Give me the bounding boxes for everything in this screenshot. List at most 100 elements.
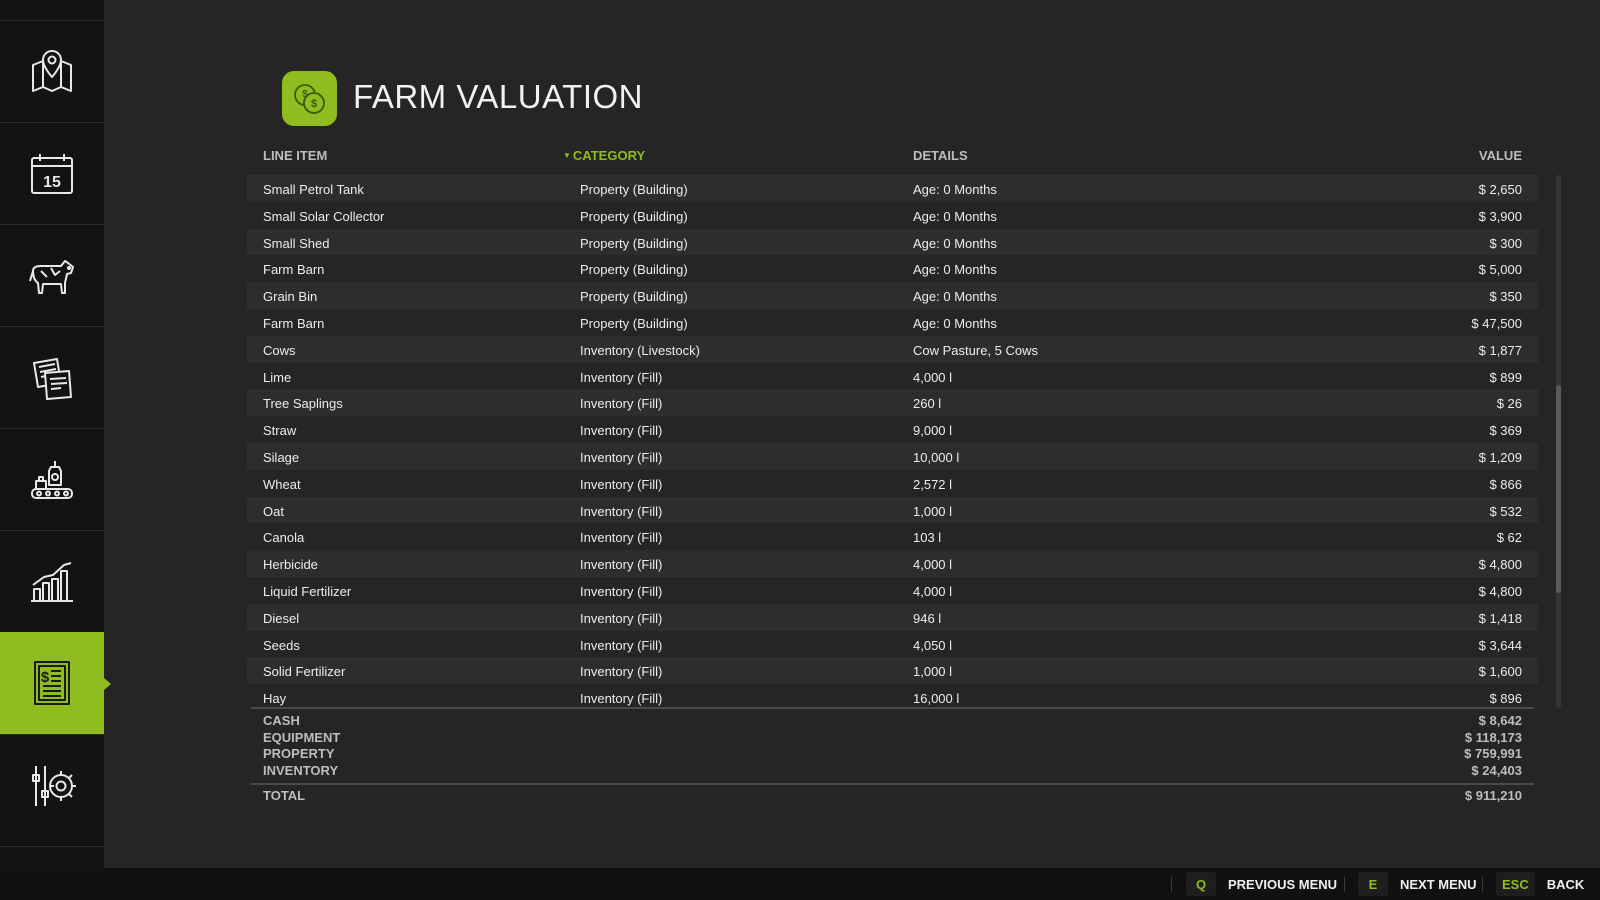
cell-details: Cow Pasture, 5 Cows	[913, 342, 1038, 358]
cell-details: 946 l	[913, 610, 942, 626]
cell-value: $ 866	[1489, 476, 1522, 492]
cell-details: Age: 0 Months	[913, 235, 997, 251]
table-row[interactable]: Canola Inventory (Fill) 103 l $ 62	[247, 523, 1538, 550]
sort-arrow-icon: ▼	[563, 151, 571, 160]
cell-value: $ 47,500	[1471, 315, 1522, 331]
cell-category: Inventory (Fill)	[580, 369, 663, 385]
table-row[interactable]: Small Petrol Tank Property (Building) Age:…	[247, 175, 1538, 202]
cell-category: Inventory (Fill)	[580, 610, 663, 626]
cell-value: $ 899	[1489, 369, 1522, 385]
next-menu-button[interactable]: E NEXT MENU	[1358, 868, 1477, 900]
footer-separator	[1171, 877, 1172, 892]
table-row[interactable]: Straw Inventory (Fill) 9,000 l $ 369	[247, 416, 1538, 443]
sidebar-item-map[interactable]	[0, 20, 104, 122]
cell-value: $ 4,800	[1478, 557, 1522, 573]
previous-menu-button[interactable]: Q PREVIOUS MENU	[1186, 868, 1337, 900]
cell-category: Inventory (Fill)	[580, 476, 663, 492]
key-hint-esc: ESC	[1496, 872, 1535, 896]
cell-details: 4,000 l	[913, 369, 953, 385]
sidebar-item-finances[interactable]: $	[0, 632, 111, 734]
total-divider	[251, 783, 1534, 785]
cell-line-item: Hay	[263, 691, 287, 707]
cell-details: 1,000 l	[913, 664, 953, 680]
summary-row-equipment: EQUIPMENT $ 118,173	[247, 730, 1538, 747]
cell-category: Property (Building)	[580, 235, 688, 251]
cell-value: $ 4,800	[1478, 583, 1522, 599]
sidebar-item-production[interactable]	[0, 428, 104, 530]
table-row[interactable]: Diesel Inventory (Fill) 946 l $ 1,418	[247, 603, 1538, 631]
statistics-icon	[31, 561, 73, 602]
sidebar-item-settings[interactable]	[0, 734, 104, 836]
cell-line-item: Seeds	[263, 637, 300, 653]
back-button[interactable]: ESC BACK	[1496, 868, 1584, 900]
table-row[interactable]: Herbicide Inventory (Fill) 4,000 l $ 4,800	[247, 550, 1538, 577]
calendar-icon: 15	[31, 153, 73, 194]
cell-value: $ 2,650	[1478, 182, 1522, 197]
cell-line-item: Cows	[263, 342, 296, 358]
column-header-value[interactable]: VALUE	[1479, 148, 1522, 163]
summary-label: INVENTORY	[263, 763, 339, 778]
cell-value: $ 369	[1489, 423, 1522, 439]
summary-row-property: PROPERTY $ 759,991	[247, 746, 1538, 763]
table-row[interactable]: Tree Saplings Inventory (Fill) 260 l $ 26	[247, 389, 1538, 417]
cell-details: 260 l	[913, 396, 942, 412]
cell-category: Property (Building)	[580, 262, 688, 278]
column-header-details[interactable]: DETAILS	[913, 148, 968, 163]
sidebar-item-contracts[interactable]	[0, 326, 104, 428]
cell-category: Inventory (Livestock)	[580, 342, 700, 358]
calendar-day: 15	[43, 174, 61, 191]
total-value: $ 911,210	[1464, 788, 1522, 803]
key-hint-q: Q	[1186, 872, 1216, 896]
table-row[interactable]: Seeds Inventory (Fill) 4,050 l $ 3,644	[247, 631, 1538, 658]
cell-line-item: Canola	[263, 530, 305, 546]
svg-text:$: $	[41, 669, 50, 686]
table-row[interactable]: Small Shed Property (Building) Age: 0 Mont…	[247, 228, 1538, 256]
sidebar-item-animals[interactable]	[0, 224, 104, 326]
cell-details: 103 l	[913, 530, 942, 546]
cell-line-item: Small Petrol Tank	[263, 182, 364, 197]
cell-details: 4,000 l	[913, 557, 953, 573]
table-row[interactable]: Farm Barn Property (Building) Age: 0 Month…	[247, 255, 1538, 282]
sidebar-item-calendar[interactable]: 15	[0, 122, 104, 224]
table-row[interactable]: Wheat Inventory (Fill) 2,572 l $ 866	[247, 470, 1538, 497]
cell-line-item: Farm Barn	[263, 315, 325, 331]
table-row[interactable]: Solid Fertilizer Inventory (Fill) 1,000 l $…	[247, 657, 1538, 685]
summary-row-inventory: INVENTORY $ 24,403	[247, 763, 1538, 780]
cell-line-item: Solid Fertilizer	[263, 664, 346, 680]
table-row[interactable]: Liquid Fertilizer Inventory (Fill) 4,000 l…	[247, 577, 1538, 604]
cell-value: $ 1,600	[1478, 664, 1522, 680]
table-row[interactable]: Grain Bin Property (Building) Age: 0 Month…	[247, 282, 1538, 309]
cell-details: 4,050 l	[913, 637, 953, 653]
settings-icon	[32, 765, 76, 806]
table-row[interactable]: Cows Inventory (Livestock) Cow Pasture, 5 …	[247, 335, 1538, 363]
scrollbar-thumb[interactable]	[1556, 385, 1561, 593]
cell-category: Inventory (Fill)	[580, 664, 663, 680]
table-row[interactable]: Farm Barn Property (Building) Age: 0 Month…	[247, 309, 1538, 336]
table-row[interactable]: Oat Inventory (Fill) 1,000 l $ 532	[247, 496, 1538, 524]
cell-line-item: Oat	[263, 503, 284, 519]
previous-menu-label: PREVIOUS MENU	[1228, 876, 1338, 892]
column-header-line-item[interactable]: LINE ITEM	[263, 148, 327, 163]
table-row[interactable]: Lime Inventory (Fill) 4,000 l $ 899	[247, 363, 1538, 390]
table-row[interactable]: Small Solar Collector Property (Building)…	[247, 202, 1538, 229]
table-row[interactable]: Silage Inventory (Fill) 10,000 l $ 1,209	[247, 442, 1538, 470]
cell-line-item: Wheat	[263, 476, 301, 492]
cell-category: Inventory (Fill)	[580, 637, 663, 653]
cell-category: Property (Building)	[580, 315, 688, 331]
svg-text:$: $	[302, 89, 308, 100]
cell-value: $ 1,418	[1478, 610, 1522, 626]
back-label: BACK	[1546, 876, 1585, 892]
summary-value: $ 118,173	[1464, 730, 1522, 745]
cell-details: 2,572 l	[913, 476, 953, 492]
column-header-category[interactable]: ▼ CATEGORY	[563, 148, 645, 163]
cell-value: $ 896	[1489, 691, 1522, 707]
sidebar-item-statistics[interactable]	[0, 530, 104, 632]
footer-separator	[1482, 877, 1483, 892]
sidebar: 15 $	[0, 0, 111, 868]
cell-category: Property (Building)	[580, 182, 688, 197]
cell-details: Age: 0 Months	[913, 262, 997, 278]
cell-category: Inventory (Fill)	[580, 423, 663, 439]
cell-category: Inventory (Fill)	[580, 530, 663, 546]
cell-category: Inventory (Fill)	[580, 557, 663, 573]
cell-details: Age: 0 Months	[913, 289, 997, 305]
